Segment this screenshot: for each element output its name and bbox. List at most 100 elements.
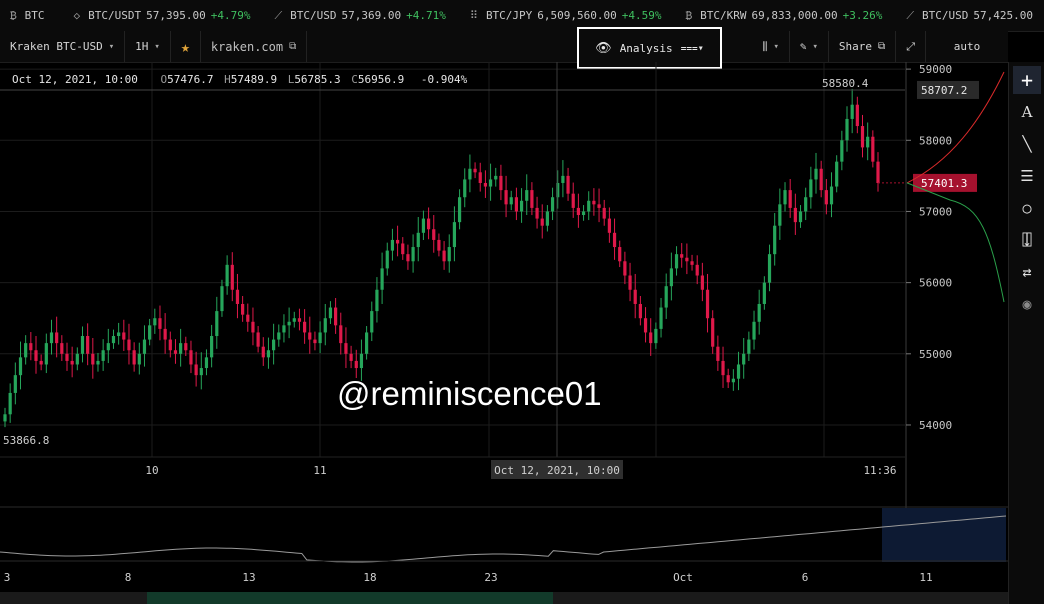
crosshair-tool-icon[interactable]: + [1013,66,1041,94]
ethereum-icon: ◇ [73,9,81,22]
y-tick-label: 54000 [919,419,952,432]
line-tool-icon[interactable]: ╲ [1013,130,1041,158]
navigator-window [882,508,1006,562]
x-tick-label: 11 [313,464,326,477]
interval-selector[interactable]: 1H ▾ [125,31,171,62]
measure-tool-icon[interactable]: ⍗ [1013,226,1041,254]
ticker-item[interactable]: ◇ BTC/USDT 57,395.00 +4.79% [73,9,250,22]
candle-body [824,190,828,205]
candle-body [179,343,183,354]
ohlc-legend: Oct 12, 2021, 10:00 O57476.7 H57489.9 L5… [12,73,471,86]
star-icon: ★ [180,37,190,56]
ticker-symbol: BTC [24,9,45,22]
close-key: C [351,73,358,86]
drawing-button[interactable]: ✎ ▾ [790,31,829,62]
candle-body [618,247,622,262]
candle-body [344,343,348,354]
candle-body [292,318,296,322]
candle-body [473,168,477,173]
candle-body [91,353,95,365]
candle-body [101,350,105,361]
candle-body [711,318,715,347]
candle-body [871,136,875,162]
ticker-symbol: BTC/KRW [700,9,747,22]
hashgraph-icon: ⠿ [469,9,478,22]
price-chart[interactable]: 59000 58000 57000 56000 55000 54000 58707.2 574… [0,62,1008,592]
candle-body [334,307,338,326]
ohlc-date: Oct 12, 2021, 10:00 [12,73,138,86]
watermark-text: @reminiscence01 [337,375,602,412]
low-value: 56785.3 [294,73,341,86]
navigator-tick-label: 8 [125,571,132,584]
ticker-item[interactable]: ₿ BTC/KRW 69,833,000.00 +3.26% [686,9,883,23]
candle-body [736,364,741,379]
candle-body [840,140,844,162]
candle-body [649,332,653,344]
candle-body [778,204,782,226]
candle-body [483,182,488,187]
candle-body [225,264,229,287]
external-link-icon: ⧉ [878,41,886,52]
candle-body [643,318,648,333]
candle-body [690,261,694,265]
text-tool-icon[interactable]: A [1013,98,1041,126]
candle-body [210,336,214,358]
candle-body [39,360,43,365]
candle-body [395,239,400,244]
candle-body [716,346,720,361]
candle-body [349,353,353,361]
candle-body [235,289,240,304]
ticker-item[interactable]: ⠿ BTC/JPY 6,509,560.00 +4.59% [470,9,662,22]
candle-body [256,332,260,347]
candle-body [731,378,735,383]
y-tick-label: 58000 [919,134,952,147]
site-link[interactable]: kraken.com ⧉ [201,31,308,62]
candle-body [49,332,54,344]
candle-body [654,328,658,344]
candle-body [44,343,48,365]
candle-body [835,161,839,187]
candle-body [122,332,126,340]
candle-body [24,343,28,358]
share-button[interactable]: Share ⧉ [829,31,897,62]
candle-body [519,200,524,212]
lines-tool-icon[interactable]: ☰ [1013,162,1041,190]
candle-body [860,126,865,148]
navigator-tick-label: 13 [242,571,255,584]
candle-body [705,289,710,319]
circle-tool-icon[interactable]: ○ [1013,194,1041,222]
bitcoin-icon: ₿ [685,8,693,22]
candle-body [587,200,591,212]
high-value: 57489.9 [230,73,278,86]
candle-body [364,332,369,354]
candle-body [726,375,730,383]
ticker-price: 57,369.00 [341,9,402,22]
candle-body [602,207,606,219]
pair-selector[interactable]: Kraken BTC-USD ▾ [0,31,126,62]
indicators-icon: ⩶▾ [680,42,704,54]
ticker-item[interactable]: ⟋ BTC/USD 57,425.00 [906,9,1038,23]
ticker-price: 57,425.00 [973,9,1034,22]
favorite-button[interactable]: ★ [171,31,201,62]
candle-body [767,254,772,283]
candle-body [757,303,761,322]
candle-body [721,360,725,376]
fullscreen-button[interactable]: ⤢ [896,31,926,62]
candle-body [478,172,482,183]
chart-type-button[interactable]: ⫼ ▾ [752,31,790,62]
candle-body [561,175,565,183]
move-tool-icon[interactable]: ⇄ [1013,258,1041,286]
candle-body [540,218,544,226]
candle-body [282,325,286,333]
candle-body [60,343,64,354]
candle-body [468,168,472,180]
candle-body [153,318,157,326]
candle-body [623,261,627,276]
candle-body [509,197,513,205]
candle-body [571,193,575,208]
candle-body [664,286,668,308]
ticker-item[interactable]: ⟋ BTC/USD 57,369.00 +4.71% [274,9,445,23]
visibility-icon[interactable]: ◉ [1013,290,1041,318]
scale-mode-button[interactable]: auto [926,31,1008,62]
ticker-item[interactable]: ₿ BTC [10,9,49,23]
